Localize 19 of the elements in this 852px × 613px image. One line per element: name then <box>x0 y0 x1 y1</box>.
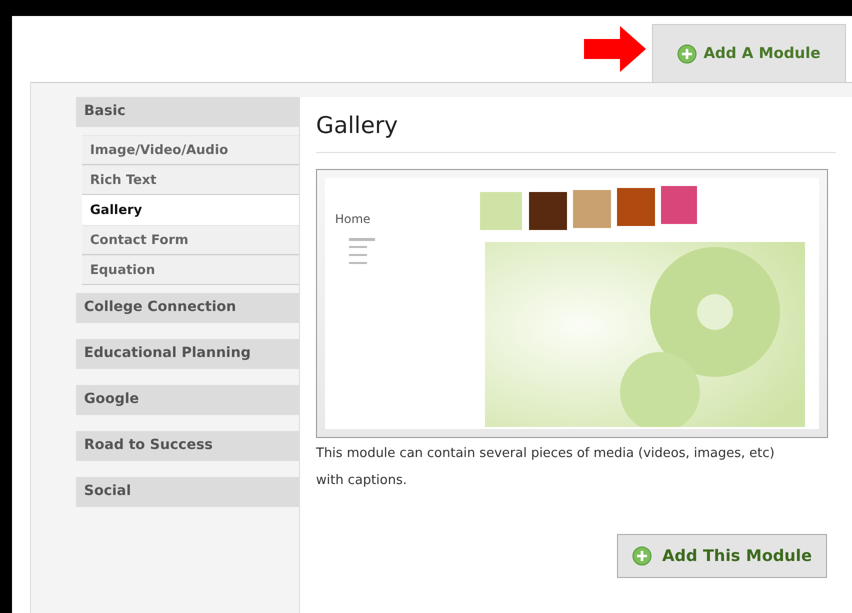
plus-icon <box>677 44 698 64</box>
category-header[interactable]: Google <box>76 385 299 415</box>
category-header[interactable]: Social <box>76 477 299 507</box>
module-item[interactable]: Gallery <box>82 195 299 225</box>
add-this-module-button[interactable]: Add This Module <box>617 534 827 578</box>
category-header[interactable]: Educational Planning <box>76 339 299 369</box>
module-item[interactable]: Rich Text <box>82 165 299 195</box>
plus-icon <box>632 546 652 566</box>
category-header[interactable]: Road to Success <box>76 431 299 461</box>
module-item[interactable]: Contact Form <box>82 225 299 255</box>
module-description: This module can contain several pieces of media (videos, images, etc) with captions. <box>316 444 776 490</box>
module-item[interactable]: Image/Video/Audio <box>82 135 299 165</box>
arrow-icon <box>584 26 646 72</box>
add-module-tab[interactable]: Add A Module <box>652 24 846 82</box>
module-item[interactable]: Equation <box>82 255 299 285</box>
category-header[interactable]: College Connection <box>76 293 299 323</box>
module-title: Gallery <box>316 109 836 152</box>
preview-heading: Home <box>335 210 372 228</box>
category-header[interactable]: Basic <box>76 97 299 127</box>
